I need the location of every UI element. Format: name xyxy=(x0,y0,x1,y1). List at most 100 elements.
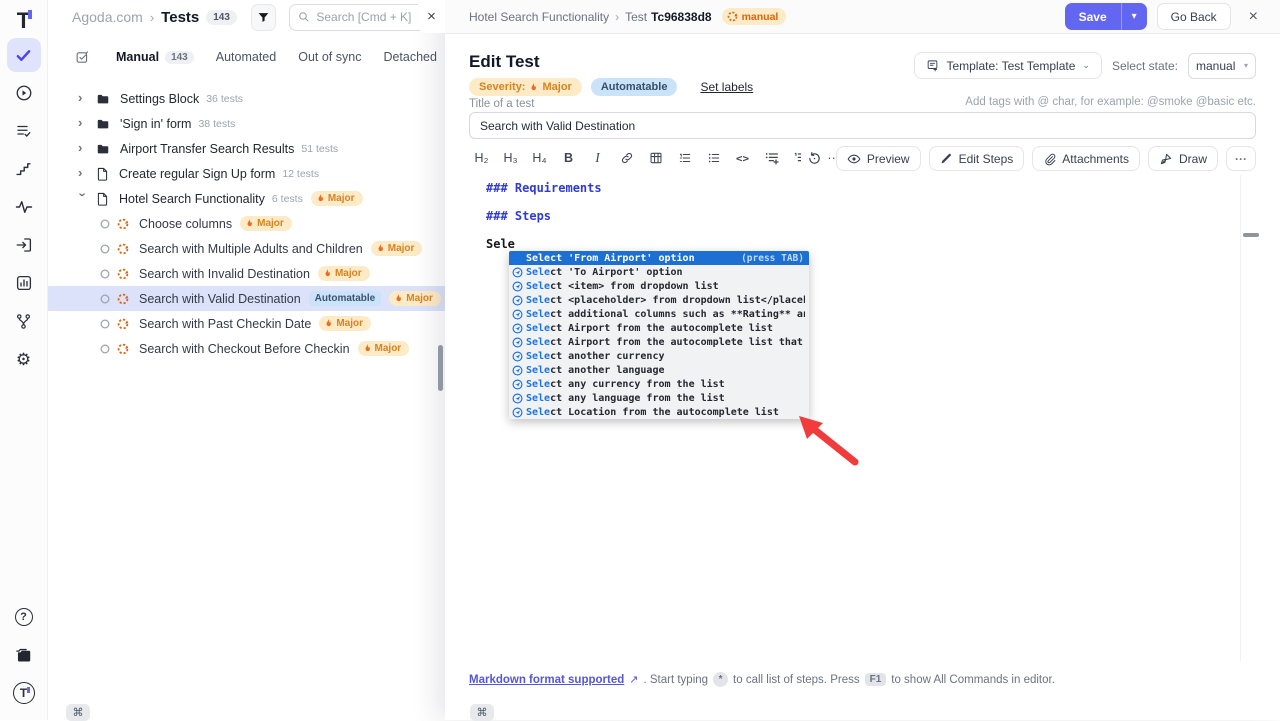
status-circle-icon[interactable] xyxy=(100,344,110,354)
autocomplete-item[interactable]: Select Location from the autocomplete li… xyxy=(509,405,809,419)
autocomplete-item[interactable]: Select <item> from dropdown list xyxy=(509,279,809,293)
folder-icon xyxy=(96,92,110,106)
tree-row[interactable]: Search with Invalid Destination Major xyxy=(48,261,445,286)
edit-steps-button[interactable]: Edit Steps xyxy=(929,146,1025,171)
chevron-right-icon[interactable]: › xyxy=(78,115,88,130)
status-circle-icon[interactable] xyxy=(100,319,110,329)
autocomplete-item[interactable]: Select Airport from the autocomplete lis… xyxy=(509,335,809,349)
tree-row[interactable]: › Airport Transfer Search Results 51 tes… xyxy=(48,136,445,161)
autocomplete-item[interactable]: Select another currency xyxy=(509,349,809,363)
history-icon[interactable] xyxy=(801,146,828,171)
template-button[interactable]: Template: Test Template ⌄ xyxy=(914,52,1102,79)
tree-row[interactable]: › Settings Block 36 tests xyxy=(48,86,445,111)
breadcrumb-project[interactable]: Agoda.com xyxy=(72,9,143,25)
save-options-caret[interactable]: ▾ xyxy=(1121,3,1147,30)
attachments-button[interactable]: Attachments xyxy=(1032,146,1140,171)
plans-list-check-icon[interactable] xyxy=(7,114,41,148)
tree-row[interactable]: Search with Past Checkin Date Major xyxy=(48,311,445,336)
editor-scrollbar-thumb[interactable] xyxy=(1243,233,1259,237)
match-text: Sele xyxy=(526,281,550,292)
status-circle-icon[interactable] xyxy=(100,219,110,229)
external-link-icon[interactable]: ↗ xyxy=(629,673,638,686)
close-panel-icon[interactable]: × xyxy=(1241,8,1266,26)
step-send-icon xyxy=(512,393,523,404)
state-select[interactable]: manual ▾ xyxy=(1188,53,1256,79)
heading3-button[interactable]: H₃ xyxy=(498,146,523,170)
link-icon[interactable] xyxy=(614,146,639,170)
automatable-badge[interactable]: Automatable xyxy=(591,78,678,96)
tests-filter-tab[interactable]: Out of sync xyxy=(298,50,361,64)
test-title-input[interactable] xyxy=(469,112,1256,139)
status-circle-icon[interactable] xyxy=(100,294,110,304)
severity-badge[interactable]: Severity: Major xyxy=(469,78,582,96)
search-clear-button[interactable]: × xyxy=(418,0,445,33)
tree-row[interactable]: Choose columns Major xyxy=(48,211,445,236)
autocomplete-item[interactable]: Select Airport from the autocomplete lis… xyxy=(509,321,809,335)
bullet-list-icon[interactable] xyxy=(701,146,726,170)
tests-filter-tab[interactable]: Manual 143 xyxy=(116,50,194,64)
autocomplete-item[interactable]: Select additional columns such as **Rati… xyxy=(509,307,809,321)
bulk-edit-icon[interactable] xyxy=(75,50,90,65)
autocomplete-item[interactable]: Select any currency from the list xyxy=(509,377,809,391)
heading4-button[interactable]: H₄ xyxy=(527,146,552,170)
pulse-icon[interactable] xyxy=(7,190,41,224)
ordered-list-icon[interactable] xyxy=(672,146,697,170)
tree-item-count: 36 tests xyxy=(206,93,243,105)
tree-scrollbar-thumb[interactable] xyxy=(438,345,443,391)
breadcrumb-parent[interactable]: Hotel Search Functionality xyxy=(469,10,609,24)
filter-button[interactable] xyxy=(251,4,276,31)
preview-button[interactable]: Preview xyxy=(836,146,921,171)
autocomplete-item[interactable]: Select 'To Airport' option xyxy=(509,265,809,279)
tree-row[interactable]: › Hotel Search Functionality 6 tests Maj… xyxy=(48,186,445,211)
autocomplete-item[interactable]: Select <placeholder> from dropdown list<… xyxy=(509,293,809,307)
search-input[interactable] xyxy=(316,10,426,24)
autocomplete-item[interactable]: Select 'From Airport' option (press TAB) xyxy=(509,251,809,265)
autocomplete-item[interactable]: Select another language xyxy=(509,363,809,377)
tests-filter-tab[interactable]: Automated xyxy=(216,50,276,64)
account-avatar[interactable]: T xyxy=(7,676,41,710)
item-text: ct 'To Airport' option xyxy=(550,267,682,278)
more-tools-button[interactable]: ··· xyxy=(1226,146,1256,171)
analytics-icon[interactable] xyxy=(7,266,41,300)
status-circle-icon[interactable] xyxy=(100,244,110,254)
chevron-right-icon[interactable]: › xyxy=(78,90,88,105)
match-text: Sele xyxy=(526,407,550,418)
app-logo[interactable]: T xyxy=(17,8,30,34)
tree-row[interactable]: Search with Multiple Adults and Children… xyxy=(48,236,445,261)
bold-button[interactable]: B xyxy=(556,146,581,170)
add-bullet-step-icon[interactable] xyxy=(759,146,784,170)
chevron-right-icon[interactable]: › xyxy=(78,165,88,180)
steps-icon[interactable] xyxy=(7,152,41,186)
tab-label: Automated xyxy=(216,50,276,64)
help-icon[interactable]: ? xyxy=(7,600,41,634)
projects-folder-icon[interactable] xyxy=(7,638,41,672)
flame-icon xyxy=(363,343,372,354)
tree-row[interactable]: › Create regular Sign Up form 12 tests xyxy=(48,161,445,186)
tests-check-icon[interactable] xyxy=(7,38,41,72)
import-icon[interactable] xyxy=(7,228,41,262)
chevron-right-icon[interactable]: › xyxy=(78,140,88,155)
markdown-help-link[interactable]: Markdown format supported xyxy=(469,674,624,686)
badges-row: Severity: Major Automatable Set labels xyxy=(469,78,753,96)
italic-button[interactable]: I xyxy=(585,146,610,170)
branch-icon[interactable] xyxy=(7,304,41,338)
tree-row[interactable]: › 'Sign in' form 38 tests xyxy=(48,111,445,136)
set-labels-link[interactable]: Set labels xyxy=(700,80,753,94)
tree-row[interactable]: Search with Valid Destination Automatabl… xyxy=(48,286,445,311)
code-button[interactable]: <> xyxy=(730,146,755,170)
runs-play-icon[interactable] xyxy=(7,76,41,110)
go-back-button[interactable]: Go Back xyxy=(1157,3,1231,30)
tree-row[interactable]: Search with Checkout Before Checkin Majo… xyxy=(48,336,445,361)
markdown-heading-line: ### Steps xyxy=(486,209,551,223)
draw-button[interactable]: Draw xyxy=(1148,146,1218,171)
autocomplete-item[interactable]: Select any language from the list xyxy=(509,391,809,405)
chevron-right-icon[interactable]: › xyxy=(76,193,91,203)
status-circle-icon[interactable] xyxy=(100,269,110,279)
tests-filter-tab[interactable]: Detached xyxy=(383,50,437,64)
heading2-button[interactable]: H₂ xyxy=(469,146,494,170)
flame-icon xyxy=(323,268,332,279)
settings-gear-icon[interactable]: ⚙ xyxy=(7,342,41,376)
save-button[interactable]: Save xyxy=(1065,3,1121,30)
tree-item-label: Hotel Search Functionality xyxy=(119,192,265,206)
table-icon[interactable] xyxy=(643,146,668,170)
